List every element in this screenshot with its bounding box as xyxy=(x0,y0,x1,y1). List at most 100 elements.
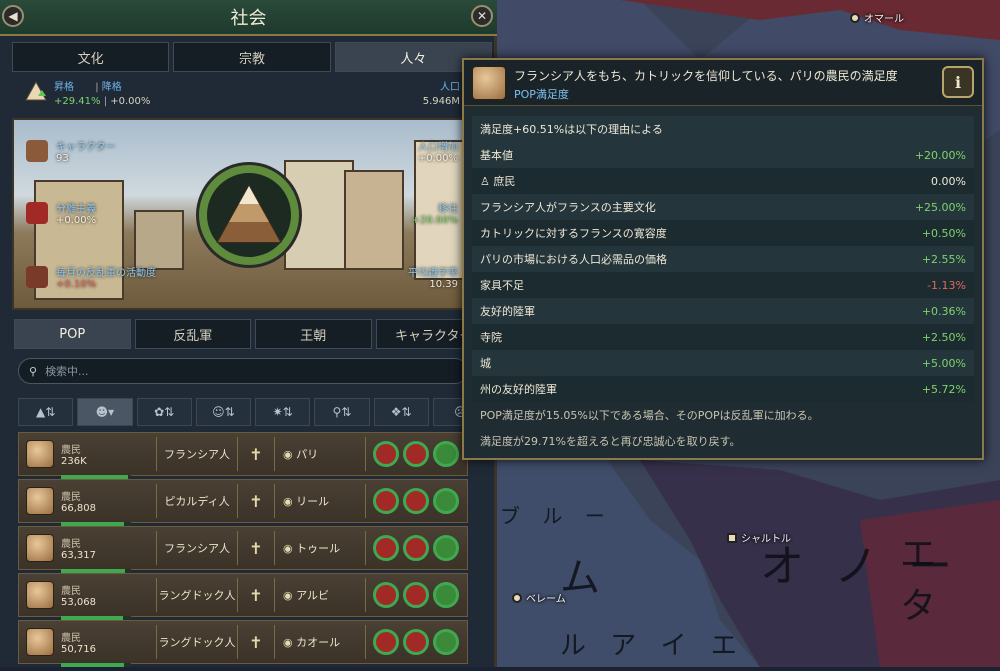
panel-title-bar: ◀ 社会 ✕ xyxy=(0,0,497,36)
location-sort-icon: ⚲⇅ xyxy=(332,405,352,419)
pyramid-icon xyxy=(216,183,282,243)
pop-location[interactable]: ◉ カオール xyxy=(275,634,365,650)
mood-icon[interactable] xyxy=(433,488,459,514)
character-value: 93 xyxy=(56,153,69,164)
goods-need-icon[interactable] xyxy=(373,441,399,467)
region-label: ル ア イ エ xyxy=(560,631,745,661)
location-pin-icon: ◉ xyxy=(283,495,293,508)
pop-row[interactable]: 農民 50,716 ラングドック人 ✝ ◉ カオール xyxy=(18,620,468,667)
pop-row[interactable]: 農民 63,317 フランシア人 ✝ ◉ トゥール xyxy=(18,526,468,573)
satisfaction-line: 城 +5.00% xyxy=(472,350,974,376)
line-label: ♙ 庶民 xyxy=(480,175,516,188)
map-label-aumale[interactable]: オマール xyxy=(850,10,904,25)
sort-religion-button[interactable]: ☺⇅ xyxy=(195,398,251,426)
close-icon: ✕ xyxy=(476,9,488,23)
sort-goods-button[interactable]: ❖⇅ xyxy=(373,398,429,426)
growth-label: 人口増加 xyxy=(418,142,458,153)
pop-location[interactable]: ◉ リール xyxy=(275,493,365,509)
tab-rebels[interactable]: 反乱軍 xyxy=(134,319,251,349)
pop-count: 63,317 xyxy=(61,550,96,561)
cross-icon[interactable]: ✝ xyxy=(238,633,274,652)
satisfaction-line: 家具不足 -1.13% xyxy=(472,272,974,298)
tooltip-intro: 満足度+60.51%は以下の理由による xyxy=(472,116,974,142)
sort-culture-button[interactable]: ✿⇅ xyxy=(136,398,192,426)
goods-need-icon[interactable] xyxy=(373,488,399,514)
category-tabs: 文化 宗教 人々 xyxy=(12,42,492,72)
people-sort-icon: ☻▾ xyxy=(95,405,115,419)
cross-icon[interactable]: ✝ xyxy=(238,586,274,605)
location-pin-icon: ◉ xyxy=(283,589,293,602)
pyramid-sort-icon: ▲⇅ xyxy=(35,405,56,419)
mood-icon[interactable] xyxy=(433,582,459,608)
job-need-icon[interactable] xyxy=(403,488,429,514)
tab-pop[interactable]: POP xyxy=(14,319,131,349)
search-bar[interactable]: ⚲ 検索中... xyxy=(18,358,468,384)
pop-culture[interactable]: ラングドック人 xyxy=(157,587,237,603)
pop-job: 農民 xyxy=(61,445,81,456)
mood-icon[interactable] xyxy=(433,629,459,655)
pop-count: 53,068 xyxy=(61,597,96,608)
goods-need-icon[interactable] xyxy=(373,629,399,655)
masks-sort-icon: ☺⇅ xyxy=(212,405,235,419)
city-pin-icon xyxy=(727,532,737,543)
society-pyramid[interactable] xyxy=(199,165,299,265)
pop-portrait-icon xyxy=(26,581,54,609)
growth-value: +0.00% xyxy=(417,153,458,164)
pop-row[interactable]: 農民 66,808 ピカルディ人 ✝ ◉ リール xyxy=(18,479,468,526)
pop-portrait-icon xyxy=(472,66,506,100)
pop-list: 農民 236K フランシア人 ✝ ◉ パリ 農民 66,808 ピカルディ人 ✝… xyxy=(18,432,468,667)
sort-settings-button[interactable]: ✷⇅ xyxy=(255,398,311,426)
cross-icon[interactable]: ✝ xyxy=(238,539,274,558)
job-need-icon[interactable] xyxy=(403,582,429,608)
sub-tabs: POP 反乱軍 王朝 キャラクター xyxy=(14,319,492,349)
line-value: +2.50% xyxy=(921,330,966,344)
pop-location[interactable]: ◉ アルビ xyxy=(275,587,365,603)
tooltip-intro-text: 満足度+60.51%は以下の理由による xyxy=(480,123,663,136)
sort-job-button[interactable]: ☻▾ xyxy=(77,398,133,426)
satisfaction-line: 基本値 +20.00% xyxy=(472,142,974,168)
city-pin-icon xyxy=(850,12,860,23)
cross-icon[interactable]: ✝ xyxy=(238,445,274,464)
region-label: ブ ル ー xyxy=(500,504,613,528)
pop-culture[interactable]: フランシア人 xyxy=(157,540,237,556)
pop-location[interactable]: ◉ トゥール xyxy=(275,540,365,556)
job-need-icon[interactable] xyxy=(403,629,429,655)
pop-culture[interactable]: ラングドック人 xyxy=(157,634,237,650)
panel-title: 社会 xyxy=(230,8,267,29)
mood-icon[interactable] xyxy=(433,441,459,467)
tooltip-header: フランシア人をもち、カトリックを信仰している、パリの農民の満足度 POP満足度 … xyxy=(464,60,982,106)
job-need-icon[interactable] xyxy=(403,441,429,467)
cross-icon[interactable]: ✝ xyxy=(238,492,274,511)
pop-culture[interactable]: ピカルディ人 xyxy=(157,493,237,509)
sort-location-button[interactable]: ⚲⇅ xyxy=(314,398,370,426)
pop-row[interactable]: 農民 236K フランシア人 ✝ ◉ パリ xyxy=(18,432,468,479)
pop-status-icons xyxy=(366,488,466,514)
pop-location[interactable]: ◉ パリ xyxy=(275,446,365,462)
separatism-label: 分離主義 xyxy=(56,204,96,215)
tab-religion[interactable]: 宗教 xyxy=(173,42,331,72)
rebel-activity-value: +0.10% xyxy=(56,279,97,290)
pop-location-name: トゥール xyxy=(296,542,341,555)
tab-culture[interactable]: 文化 xyxy=(12,42,170,72)
search-input[interactable]: 検索中... xyxy=(45,363,89,379)
pop-portrait-icon xyxy=(26,440,54,468)
back-button[interactable]: ◀ xyxy=(2,5,24,27)
pop-row[interactable]: 農民 53,068 ラングドック人 ✝ ◉ アルビ xyxy=(18,573,468,620)
line-value: +0.50% xyxy=(921,226,966,240)
sort-class-button[interactable]: ▲⇅ xyxy=(18,398,74,426)
info-button[interactable]: i xyxy=(942,66,974,98)
goods-need-icon[interactable] xyxy=(373,582,399,608)
mood-icon[interactable] xyxy=(433,535,459,561)
location-pin-icon: ◉ xyxy=(283,636,293,649)
pop-status-icons xyxy=(366,441,466,467)
goods-need-icon[interactable] xyxy=(373,535,399,561)
gear-sort-icon: ✷⇅ xyxy=(272,405,293,419)
search-icon: ⚲ xyxy=(29,364,38,378)
tab-dynasty[interactable]: 王朝 xyxy=(255,319,372,349)
pop-portrait-icon xyxy=(26,487,54,515)
job-need-icon[interactable] xyxy=(403,535,429,561)
map-label-belleme[interactable]: ベレーム xyxy=(512,590,566,605)
close-button[interactable]: ✕ xyxy=(471,5,493,27)
pop-culture[interactable]: フランシア人 xyxy=(157,446,237,462)
rebel-activity-label: 毎月の反乱軍の活動度 xyxy=(56,268,156,279)
